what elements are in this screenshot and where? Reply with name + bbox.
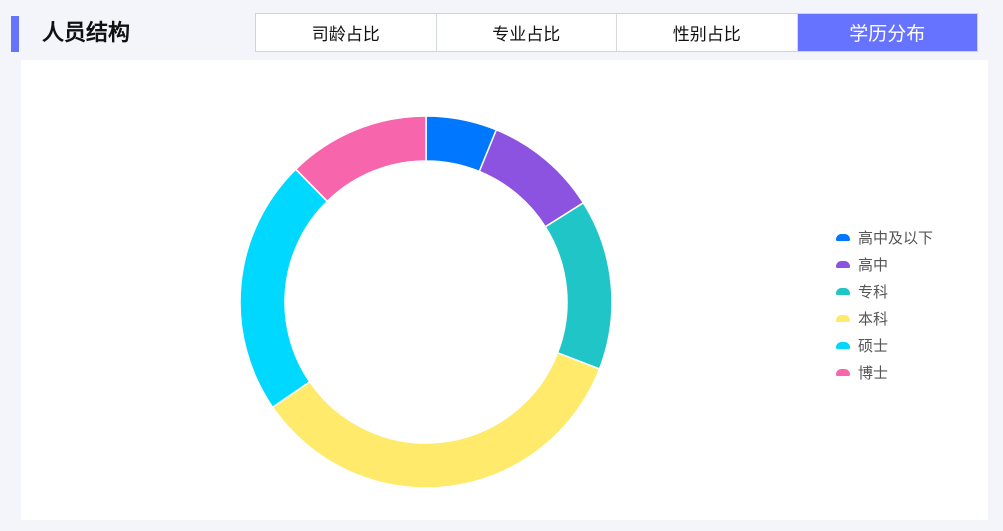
legend-label: 硕士: [858, 337, 889, 355]
tab-tenure[interactable]: 司龄占比: [256, 14, 437, 51]
donut-slice-2[interactable]: [544, 201, 613, 370]
legend-swatch-icon: [836, 342, 850, 349]
legend-swatch-icon: [836, 369, 850, 376]
legend-label: 高中: [858, 256, 889, 274]
chart-legend: 高中及以下高中专科本科硕士博士: [836, 224, 933, 386]
tab-major[interactable]: 专业占比: [437, 14, 617, 51]
legend-item[interactable]: 博士: [836, 359, 933, 386]
legend-item[interactable]: 专科: [836, 278, 933, 305]
legend-label: 博士: [858, 364, 889, 382]
donut-slice-3[interactable]: [271, 351, 601, 489]
page-title: 人员结构: [42, 21, 131, 46]
legend-item[interactable]: 本科: [836, 305, 933, 332]
legend-item[interactable]: 硕士: [836, 332, 933, 359]
title-accent-bar: [11, 16, 19, 52]
tab-gender[interactable]: 性别占比: [617, 14, 798, 51]
legend-swatch-icon: [836, 261, 850, 268]
tab-education[interactable]: 学历分布: [797, 14, 977, 51]
legend-swatch-icon: [836, 288, 850, 295]
legend-item[interactable]: 高中及以下: [836, 224, 933, 251]
legend-item[interactable]: 高中: [836, 251, 933, 278]
tab-bar: 司龄占比 专业占比 性别占比 学历分布: [255, 13, 978, 52]
legend-label: 专科: [858, 283, 889, 301]
legend-swatch-icon: [836, 315, 850, 322]
legend-label: 高中及以下: [858, 229, 934, 247]
legend-swatch-icon: [836, 234, 850, 241]
donut-slice-4[interactable]: [239, 168, 329, 409]
legend-label: 本科: [858, 310, 889, 328]
donut-slice-5[interactable]: [294, 115, 427, 203]
